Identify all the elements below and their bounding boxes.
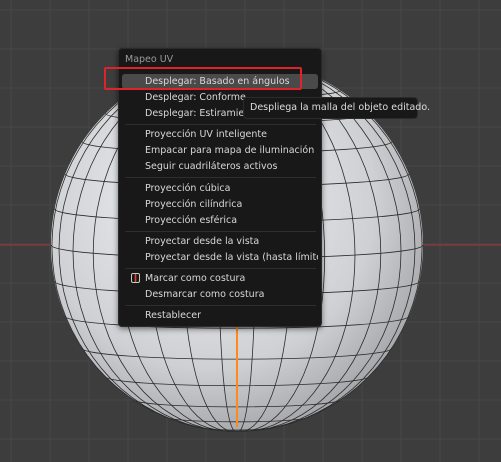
menu-item-smart-uv-project[interactable]: Proyección UV inteligente bbox=[122, 127, 318, 142]
tooltip: Despliega la malla del objeto editado. bbox=[243, 97, 430, 119]
menu-separator bbox=[125, 268, 316, 269]
menu-item-cylinder-projection[interactable]: Proyección cilíndrica bbox=[122, 197, 318, 212]
menu-item-sphere-projection[interactable]: Proyección esférica bbox=[122, 213, 318, 228]
menu-item-cube-projection[interactable]: Proyección cúbica bbox=[122, 181, 318, 196]
menu-item-project-from-view-bounds[interactable]: Proyectar desde la vista (hasta límites) bbox=[122, 250, 318, 265]
menu-item-project-from-view[interactable]: Proyectar desde la vista bbox=[122, 234, 318, 249]
menu-item-mark-seam-label: Marcar como costura bbox=[145, 273, 246, 284]
highlight-annotation-box bbox=[104, 67, 302, 90]
menu-separator bbox=[125, 124, 316, 125]
menu-item-mark-seam[interactable]: Marcar como costura bbox=[122, 271, 318, 286]
menu-separator bbox=[125, 177, 316, 178]
seam-icon bbox=[131, 273, 140, 283]
menu-separator bbox=[125, 231, 316, 232]
menu-title: Mapeo UV bbox=[125, 54, 174, 65]
menu-item-follow-active-quads[interactable]: Seguir cuadriláteros activos bbox=[122, 159, 318, 174]
menu-separator bbox=[125, 305, 316, 306]
menu-item-lightmap-pack[interactable]: Empacar para mapa de iluminación bbox=[122, 143, 318, 158]
menu-item-clear-seam[interactable]: Desmarcar como costura bbox=[122, 287, 318, 302]
menu-item-reset[interactable]: Restablecer bbox=[122, 308, 318, 323]
